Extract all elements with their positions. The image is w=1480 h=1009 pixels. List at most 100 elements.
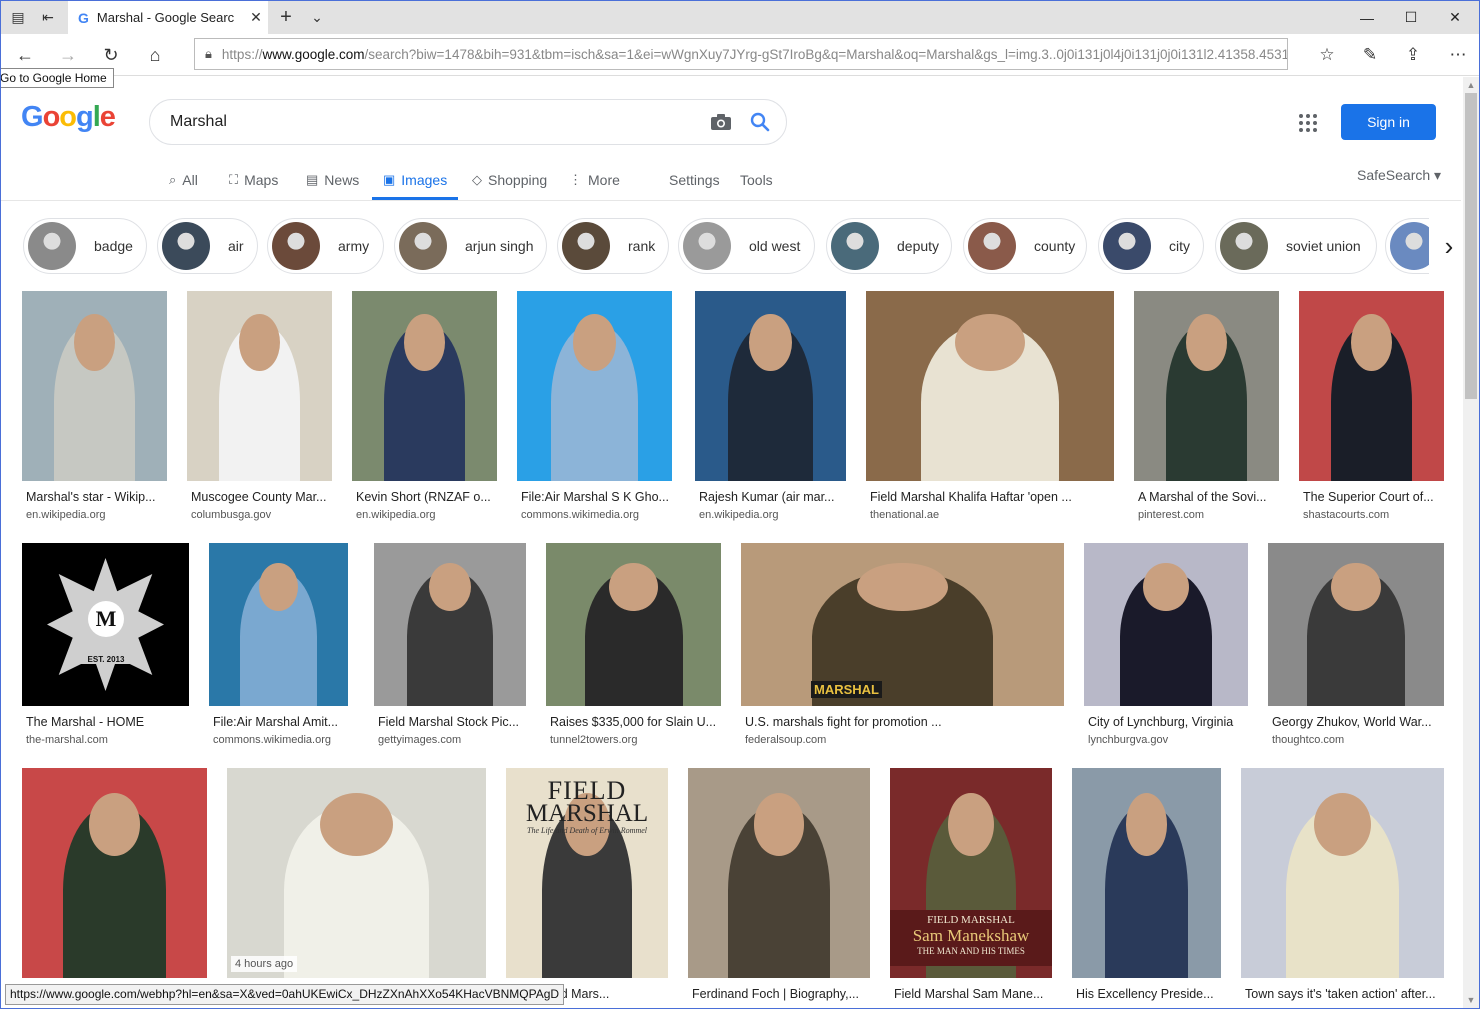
result-title[interactable]: Field Marshal Stock Pic...	[378, 715, 526, 729]
close-tab-icon[interactable]: ✕	[244, 9, 268, 26]
result-title[interactable]: The Marshal - HOME	[26, 715, 189, 729]
chip-old-west[interactable]: old west	[678, 218, 815, 274]
forward-arrow-icon[interactable]: →	[52, 39, 84, 71]
set-tabs-aside-icon[interactable]: ⇤	[37, 1, 59, 34]
result-image[interactable]	[1084, 543, 1248, 706]
result-image[interactable]	[866, 291, 1114, 481]
result-item[interactable]	[22, 768, 207, 1008]
search-icon[interactable]	[747, 109, 773, 135]
result-title[interactable]: Town says it's 'taken action' after...	[1245, 987, 1444, 1001]
result-title[interactable]: Marshal's star - Wikip...	[26, 490, 167, 504]
result-source[interactable]: en.wikipedia.org	[356, 509, 436, 521]
tab-shopping[interactable]: ◇ Shopping	[472, 161, 547, 199]
notes-pen-icon[interactable]: ✎	[1353, 39, 1387, 71]
result-title[interactable]: Kevin Short (RNZAF o...	[356, 490, 497, 504]
result-title[interactable]: Ferdinand Foch | Biography,...	[692, 987, 870, 1001]
result-source[interactable]: the-marshal.com	[26, 734, 108, 746]
result-title[interactable]: File:Air Marshal S K Gho...	[521, 490, 672, 504]
result-image[interactable]	[352, 291, 497, 481]
result-image[interactable]	[1072, 768, 1221, 978]
address-bar[interactable]: 🔒︎ https://www.google.com/search?biw=147…	[194, 38, 1288, 70]
scrollbar-thumb[interactable]	[1465, 93, 1477, 399]
result-source[interactable]: federalsoup.com	[745, 734, 826, 746]
result-item[interactable]: Ferdinand Foch | Biography,...	[688, 768, 870, 1008]
chip-deputy[interactable]: deputy	[826, 218, 952, 274]
result-image[interactable]	[209, 543, 348, 706]
result-item[interactable]: 4 hours ago	[227, 768, 486, 1008]
tab-all[interactable]: ⌕ All	[169, 161, 198, 199]
result-image[interactable]: FIELD MARSHAL Sam Manekshaw THE MAN AND HI…	[890, 768, 1052, 978]
favorites-star-icon[interactable]: ☆	[1310, 39, 1344, 71]
chip-county[interactable]: county	[963, 218, 1087, 274]
result-source[interactable]: thenational.ae	[870, 509, 939, 521]
result-item[interactable]: Raises $335,000 for Slain U... tunnel2tow…	[546, 543, 721, 746]
result-item[interactable]: FIELD MARSHAL Sam Manekshaw THE MAN AND HI…	[890, 768, 1052, 1008]
result-title[interactable]: A Marshal of the Sovi...	[1138, 490, 1279, 504]
result-title[interactable]: His Excellency Preside...	[1076, 987, 1221, 1001]
result-source[interactable]: en.wikipedia.org	[699, 509, 779, 521]
tab-images[interactable]: ▣ Images	[383, 161, 447, 199]
result-title[interactable]: The Superior Court of...	[1303, 490, 1444, 504]
tab-settings[interactable]: Settings	[669, 161, 720, 199]
minimize-icon[interactable]: —	[1344, 1, 1390, 34]
result-image[interactable]: M EST. 2013	[22, 543, 189, 706]
result-image[interactable]	[22, 768, 207, 978]
result-title[interactable]: Georgy Zhukov, World War...	[1272, 715, 1444, 729]
result-image[interactable]: FIELD MARSHAL The Life and Death of Erwin …	[506, 768, 668, 978]
result-source[interactable]: gettyimages.com	[378, 734, 461, 746]
scroll-up-icon[interactable]: ▲	[1463, 77, 1479, 93]
tab-more[interactable]: ⋮ More	[569, 161, 620, 199]
chip-soviet-union[interactable]: soviet union	[1215, 218, 1377, 274]
result-item[interactable]: Field Marshal Stock Pic... gettyimages.co…	[374, 543, 526, 746]
result-image[interactable]	[1268, 543, 1444, 706]
chip-arjun-singh[interactable]: arjun singh	[394, 218, 547, 274]
result-source[interactable]: shastacourts.com	[1303, 509, 1389, 521]
chip-badge[interactable]: badge	[23, 218, 147, 274]
result-image[interactable]	[374, 543, 526, 706]
result-image[interactable]	[22, 291, 167, 481]
result-source[interactable]: lynchburgva.gov	[1088, 734, 1168, 746]
result-item[interactable]: Rajesh Kumar (air mar... en.wikipedia.org	[695, 291, 846, 521]
share-icon[interactable]: ⇪	[1396, 39, 1430, 71]
home-icon[interactable]: ⌂	[139, 39, 171, 71]
result-title[interactable]: Field Marshal Khalifa Haftar 'open ...	[870, 490, 1114, 504]
result-item[interactable]: File:Air Marshal S K Gho... commons.wikim…	[517, 291, 672, 521]
result-item[interactable]: The Superior Court of... shastacourts.com	[1299, 291, 1444, 521]
result-image[interactable]	[688, 768, 870, 978]
result-image[interactable]	[546, 543, 721, 706]
result-item[interactable]: M EST. 2013 The Marshal - HOME the-marshal.…	[22, 543, 189, 746]
result-title[interactable]: U.S. marshals fight for promotion ...	[745, 715, 1064, 729]
google-apps-icon[interactable]	[1296, 111, 1320, 135]
tab-news[interactable]: ▤ News	[306, 161, 359, 199]
result-item[interactable]: MARSHAL U.S. marshals fight for promotion…	[741, 543, 1064, 746]
google-logo[interactable]: Google	[21, 101, 116, 134]
search-input[interactable]	[170, 113, 690, 131]
result-item[interactable]: Marshal's star - Wikip... en.wikipedia.or…	[22, 291, 167, 521]
result-source[interactable]: pinterest.com	[1138, 509, 1204, 521]
result-title[interactable]: Rajesh Kumar (air mar...	[699, 490, 846, 504]
result-item[interactable]: Field Marshal Khalifa Haftar 'open ... th…	[866, 291, 1114, 521]
more-options-icon[interactable]: ⋯	[1441, 39, 1475, 71]
result-source[interactable]: columbusga.gov	[191, 509, 271, 521]
chip-army[interactable]: army	[267, 218, 384, 274]
result-item[interactable]: FIELD MARSHAL The Life and Death of Erwin …	[506, 768, 668, 1008]
chip-rank[interactable]: rank	[557, 218, 669, 274]
result-item[interactable]: His Excellency Preside...	[1072, 768, 1221, 1008]
safesearch-dropdown[interactable]: SafeSearch ▾	[1357, 167, 1441, 184]
result-image[interactable]	[1299, 291, 1444, 481]
tab-actions-icon[interactable]: ▤	[7, 1, 29, 34]
browser-tab[interactable]: G Marshal - Google Searc ✕	[68, 1, 268, 34]
result-title[interactable]: Muscogee County Mar...	[191, 490, 332, 504]
result-image[interactable]	[187, 291, 332, 481]
new-tab-icon[interactable]: +	[275, 1, 297, 34]
sign-in-button[interactable]: Sign in	[1341, 104, 1436, 140]
result-image[interactable]	[227, 768, 486, 978]
chip-city[interactable]: city	[1098, 218, 1204, 274]
scrollbar[interactable]: ▲ ▼	[1463, 77, 1479, 1008]
result-item[interactable]: Muscogee County Mar... columbusga.gov	[187, 291, 332, 521]
result-source[interactable]: en.wikipedia.org	[26, 509, 106, 521]
chip-air[interactable]: air	[157, 218, 258, 274]
result-item[interactable]: Kevin Short (RNZAF o... en.wikipedia.org	[352, 291, 497, 521]
tab-list-chevron-icon[interactable]: ⌄	[306, 1, 328, 34]
result-item[interactable]: City of Lynchburg, Virginia lynchburgva.g…	[1084, 543, 1248, 746]
